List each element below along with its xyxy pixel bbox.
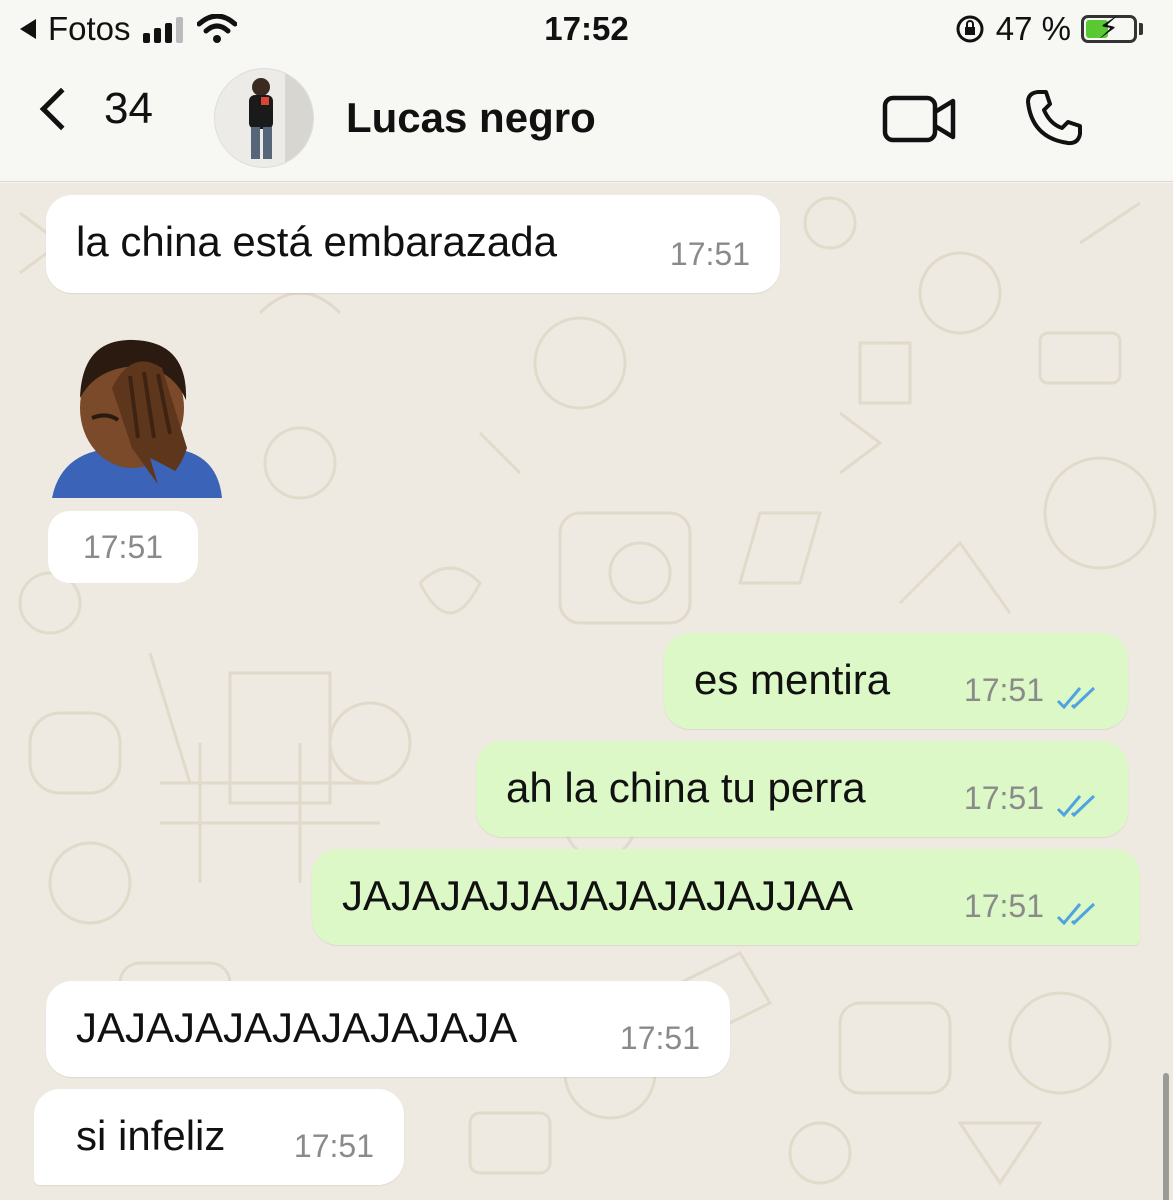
back-button[interactable]: 34 (34, 84, 153, 134)
double-check-icon (1056, 902, 1096, 926)
message-bubble[interactable]: es mentira 17:51 (664, 633, 1128, 729)
message-text: si infeliz (76, 1112, 226, 1159)
chat-header: 34 Lucas negro (0, 62, 1173, 182)
facepalm-emoji[interactable] (52, 328, 222, 498)
video-call-icon[interactable] (882, 94, 956, 144)
avatar-person-icon (215, 69, 313, 167)
message-time: 17:51 (293, 1128, 374, 1164)
phone-call-icon[interactable] (1024, 88, 1084, 148)
message-time: 17:51 (963, 888, 1044, 924)
message-time: 17:51 (963, 780, 1044, 816)
double-check-icon (1056, 686, 1096, 710)
sticker-time: 17:51 (48, 511, 198, 583)
message-text: es mentira (694, 656, 891, 703)
status-bar: Fotos 17:52 47 % ⚡ (0, 0, 1173, 62)
battery-percent: 47 % (995, 10, 1071, 47)
message-bubble[interactable]: si infeliz 17:51 (34, 1089, 404, 1185)
charging-bolt-icon: ⚡ (1098, 12, 1120, 45)
chat-area[interactable]: la china está embarazada 17:51 17:51 es … (0, 183, 1173, 1200)
message-bubble[interactable]: ah la china tu perra 17:51 (476, 741, 1128, 837)
facepalm-emoji-icon (52, 339, 222, 498)
scrollbar[interactable] (1163, 1073, 1169, 1200)
orientation-lock-icon (956, 15, 984, 43)
message-text: JAJAJAJJAJAJAJAJAJJAA (342, 872, 854, 919)
status-right: 47 % ⚡ (954, 10, 1143, 48)
message-time: 17:51 (619, 1020, 700, 1056)
message-text: JAJAJAJAJAJAJAJAJA (76, 1004, 518, 1051)
unread-count: 34 (104, 84, 153, 133)
battery-icon: ⚡ (1081, 12, 1137, 45)
message-bubble[interactable]: JAJAJAJAJAJAJAJAJA 17:51 (46, 981, 730, 1077)
message-text: ah la china tu perra (506, 764, 866, 811)
chevron-left-icon (39, 87, 83, 131)
message-text: la china está embarazada (76, 218, 557, 265)
contact-name[interactable]: Lucas negro (346, 94, 596, 142)
battery-cap (1139, 23, 1143, 35)
avatar[interactable] (214, 68, 314, 168)
message-bubble[interactable]: la china está embarazada 17:51 (46, 195, 780, 293)
message-bubble[interactable]: JAJAJAJJAJAJAJAJAJJAA 17:51 (312, 849, 1140, 945)
message-time: 17:51 (963, 672, 1044, 708)
double-check-icon (1056, 794, 1096, 818)
message-time: 17:51 (669, 236, 750, 272)
